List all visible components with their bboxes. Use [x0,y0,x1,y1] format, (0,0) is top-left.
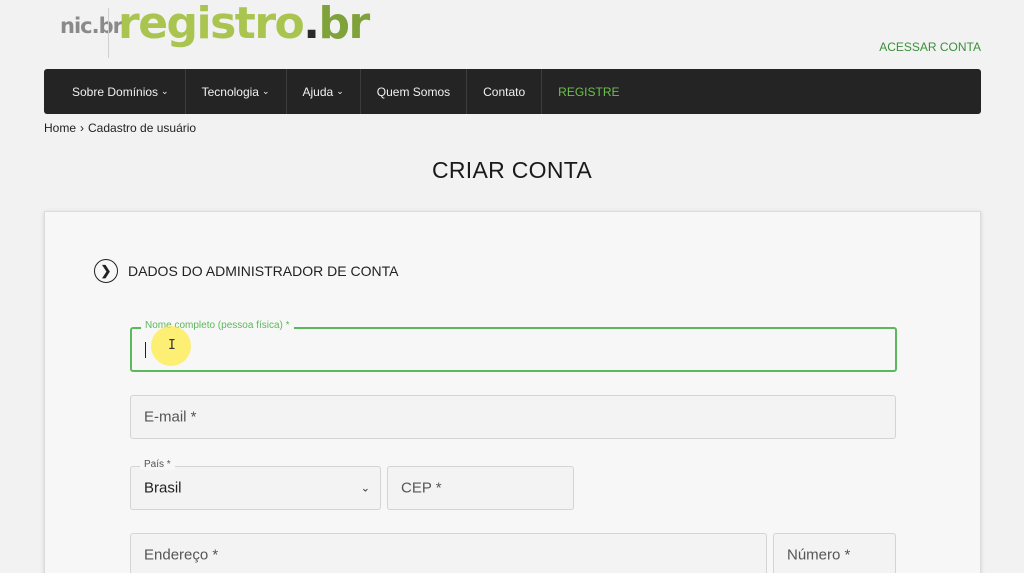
cep-input[interactable]: CEP * [387,466,574,510]
nic-br-logo[interactable]: nic.br [60,14,123,38]
chevron-down-icon: ⌄ [360,482,370,495]
country-value: Brasil [144,479,182,497]
address-input[interactable]: Endereço * [130,533,767,573]
full-name-input[interactable]: Nome completo (pessoa física) * [130,320,897,372]
chevron-right-icon[interactable]: ❯ [94,259,118,283]
access-account-link[interactable]: ACESSAR CONTA [879,40,981,54]
text-caret [145,342,146,358]
chevron-down-icon: ⌄ [336,86,344,96]
email-placeholder: E-mail * [144,408,197,426]
number-input[interactable]: Número * [773,533,896,573]
address-placeholder: Endereço * [144,546,219,564]
brand-tld: br [318,0,371,49]
brand-dot: . [303,0,320,49]
nav-item-contato[interactable]: Contato [467,69,543,114]
nav-item-ajuda[interactable]: Ajuda ⌄ [287,69,361,114]
nav-item-label: Tecnologia [201,84,259,99]
page-title: CRIAR CONTA [431,157,593,183]
nav-item-label: Quem Somos [376,84,451,99]
breadcrumb-home[interactable]: Home [44,121,76,135]
nav-item-label: Ajuda [302,84,334,99]
nav-item-label: Contato [483,84,526,99]
cep-placeholder: CEP * [401,479,442,497]
number-placeholder: Número * [787,546,851,564]
logo-divider [108,8,109,58]
country-select[interactable]: País * Brasil ⌄ [130,459,381,510]
nav-item-label: REGISTRE [558,84,620,99]
nav-item-label: Sobre Domínios [72,84,159,99]
form-card: ❯ DADOS DO ADMINISTRADOR DE CONTA Nome c… [44,211,981,573]
breadcrumb: Home › Cadastro de usuário [44,121,196,135]
nav-item-quem-somos[interactable]: Quem Somos [361,69,468,114]
chevron-down-icon: ⌄ [161,86,169,96]
main-nav: Sobre Domínios ⌄ Tecnologia ⌄ Ajuda ⌄ Quem … [44,69,981,114]
chevron-down-icon: ⌄ [261,86,270,96]
breadcrumb-current: Cadastro de usuário [88,121,197,135]
nav-item-sobre-dominios[interactable]: Sobre Domínios ⌄ [44,69,186,114]
country-label: País * [140,459,175,470]
site-header: nic.br registro.br ACESSAR CONTA [0,0,1024,68]
registro-br-logo[interactable]: registro.br [118,0,371,49]
email-input[interactable]: E-mail * [130,395,896,439]
breadcrumb-separator: › [80,121,85,135]
full-name-label: Nome completo (pessoa física) * [141,320,294,331]
brand-main: registro [118,0,305,49]
section-header: ❯ DADOS DO ADMINISTRADOR DE CONTA [94,259,398,283]
nav-item-tecnologia[interactable]: Tecnologia ⌄ [186,69,287,114]
nav-item-registre[interactable]: REGISTRE [542,69,635,114]
section-title: DADOS DO ADMINISTRADOR DE CONTA [128,263,399,279]
